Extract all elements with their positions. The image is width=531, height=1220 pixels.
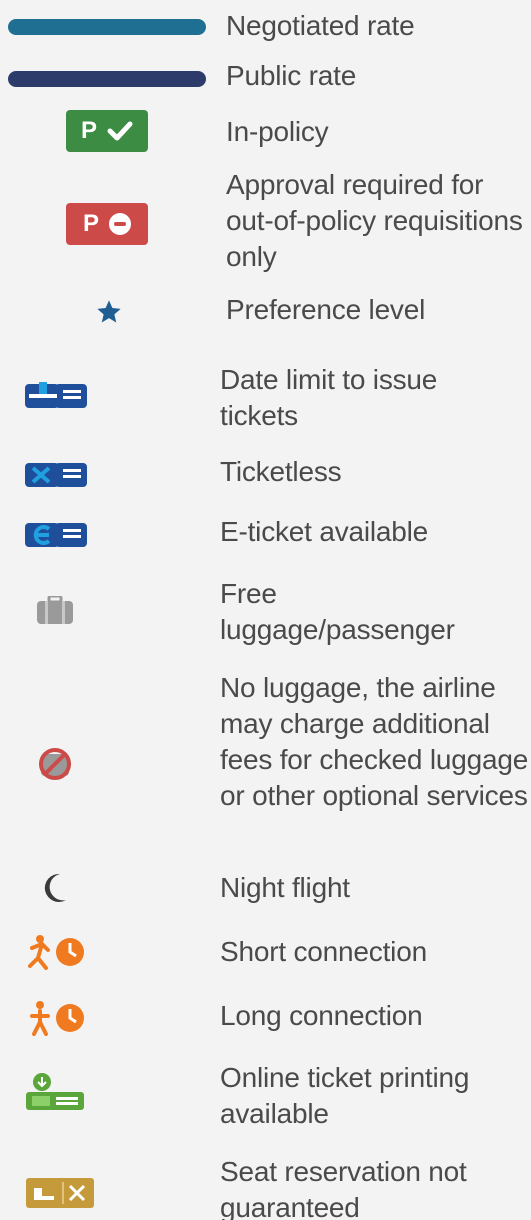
legend-row-free-luggage: Free luggage/passenger — [0, 570, 531, 650]
legend-label: Free luggage/passenger — [220, 578, 455, 645]
legend-row-negotiated-rate: Negotiated rate — [0, 0, 531, 54]
legend-row-in-policy: P In-policy — [0, 108, 531, 164]
legend-row-long-connection: Long connection — [0, 990, 531, 1044]
legend-row-seat-reservation: Seat reservation not guaranteed — [0, 1150, 531, 1220]
e-ticket-icon — [25, 519, 87, 551]
legend-row-e-ticket: E-ticket available — [0, 510, 531, 560]
legend-row-ticketless: Ticketless — [0, 450, 531, 500]
legend-label: Long connection — [220, 1000, 423, 1031]
ticketless-icon — [25, 459, 87, 491]
in-policy-badge-icon: P — [66, 110, 148, 152]
legend-label: Negotiated rate — [226, 10, 415, 41]
approval-required-badge-icon: P — [66, 203, 148, 245]
legend-label: Public rate — [226, 60, 357, 91]
legend-row-public-rate: Public rate — [0, 52, 531, 106]
long-connection-icon — [26, 1000, 88, 1036]
legend-label: Preference level — [226, 294, 426, 325]
legend-label: Ticketless — [220, 456, 342, 487]
legend-label: Approval required for out-of-policy requ… — [226, 169, 523, 272]
no-luggage-icon — [37, 746, 73, 780]
legend-label: Date limit to issue tickets — [220, 364, 438, 431]
online-ticket-printing-icon — [26, 1072, 84, 1112]
public-rate-bar — [8, 71, 206, 87]
legend-row-approval-required: P Approval required for out-of-policy re… — [0, 165, 531, 285]
short-connection-icon — [26, 934, 88, 970]
legend-row-no-luggage: No luggage, the airline may charge addit… — [0, 670, 531, 848]
legend-row-short-connection: Short connection — [0, 926, 531, 980]
ticket-date-limit-icon — [25, 380, 87, 412]
minus-circle-icon — [109, 213, 131, 235]
legend-label: Online ticket printing available — [220, 1062, 470, 1129]
moon-icon — [40, 872, 68, 904]
legend-label: Seat reservation not guaranteed — [220, 1156, 467, 1220]
legend-label: Night flight — [220, 872, 350, 903]
legend-label: No luggage, the airline may charge addit… — [220, 672, 529, 811]
check-icon — [107, 121, 133, 141]
legend: Negotiated rate Public rate P In-policy … — [0, 0, 531, 1220]
star-icon — [95, 298, 123, 326]
legend-label: In-policy — [226, 116, 329, 147]
luggage-icon — [37, 596, 73, 624]
legend-row-online-ticket-printing: Online ticket printing available — [0, 1058, 531, 1138]
legend-label: Short connection — [220, 936, 427, 967]
legend-row-preference-level: Preference level — [0, 288, 531, 338]
in-policy-badge-letter: P — [80, 117, 97, 144]
legend-row-date-limit: Date limit to issue tickets — [0, 360, 531, 440]
seat-reservation-icon — [26, 1178, 94, 1208]
negotiated-rate-bar — [8, 19, 206, 35]
legend-row-night-flight: Night flight — [0, 862, 531, 916]
legend-label: E-ticket available — [220, 516, 429, 547]
approval-badge-letter: P — [82, 210, 99, 237]
